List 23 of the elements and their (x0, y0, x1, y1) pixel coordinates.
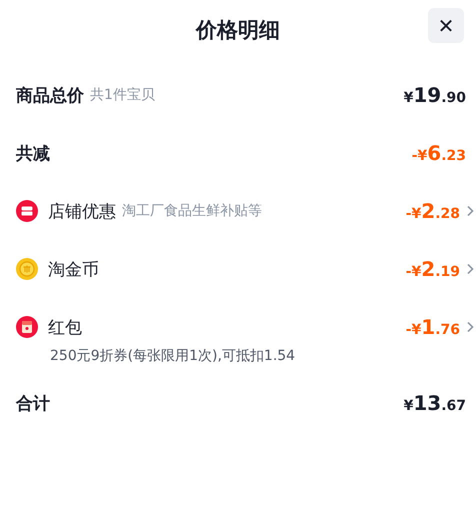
summary-label: 合计 (16, 392, 50, 414)
chevron-right-icon[interactable] (466, 205, 474, 217)
price-amount: -¥2.28 (406, 199, 460, 223)
price-amount: -¥6.23 (412, 141, 466, 165)
note-text: 共1件宝贝 (90, 86, 155, 104)
discount-label: 淘金币 (48, 258, 99, 280)
summary-label: 共减 (16, 142, 50, 164)
coin-icon (16, 258, 38, 280)
close-button[interactable]: ✕ (428, 8, 464, 43)
chevron-right-icon[interactable] (466, 263, 474, 275)
price-amount: ¥13.67 (404, 391, 466, 415)
shop-icon (16, 200, 38, 222)
chevron-right-icon[interactable] (466, 321, 474, 333)
coupon-detail: 250元9折券(每张限用1次),可抵扣1.54 (50, 347, 296, 366)
discount-label: 店铺优惠 (48, 200, 116, 222)
price-amount: ¥19.90 (404, 83, 466, 107)
envelope-icon (16, 316, 38, 338)
summary-label: 商品总价 (16, 84, 84, 106)
discount-label: 红包 (48, 316, 82, 338)
price-amount: -¥2.19 (406, 257, 460, 281)
note-text: 淘工厂食品生鲜补贴等 (122, 202, 262, 220)
price-amount: -¥1.76 (406, 315, 460, 339)
sheet-title: 价格明细 (196, 17, 280, 44)
